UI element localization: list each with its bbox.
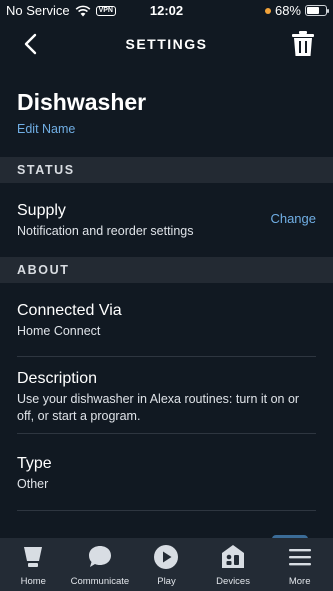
tab-label: Communicate (70, 576, 130, 587)
tab-label: Devices (216, 576, 250, 587)
edit-name-link[interactable]: Edit Name (17, 122, 75, 136)
divider (17, 433, 316, 434)
supply-title[interactable]: Supply (17, 202, 66, 220)
connected-via-value: Home Connect (17, 324, 101, 338)
page-title: SETTINGS (125, 36, 208, 52)
play-icon (154, 545, 179, 569)
recording-dot-icon (264, 7, 271, 14)
battery-icon (305, 5, 329, 16)
tab-communicate[interactable]: Communicate (67, 538, 134, 591)
tab-more[interactable]: More (266, 538, 333, 591)
menu-icon (288, 549, 311, 566)
status-right: 68% (264, 3, 329, 18)
devices-icon (222, 545, 245, 568)
description-title: Description (17, 370, 98, 387)
trash-icon[interactable] (291, 31, 315, 57)
nav-header: SETTINGS (0, 26, 333, 62)
battery-level (307, 7, 320, 14)
status-bar: No Service VPN 12:02 68% (0, 0, 333, 22)
divider (17, 510, 316, 511)
description-value: Use your dishwasher in Alexa routines: t… (17, 392, 300, 423)
change-link[interactable]: Change (270, 211, 316, 226)
device-name: Dishwasher (17, 89, 147, 115)
type-title: Type (17, 455, 52, 472)
battery-percent: 68% (274, 3, 301, 18)
tab-label: Home (20, 576, 46, 587)
tab-devices[interactable]: Devices (200, 538, 267, 591)
tab-play[interactable]: Play (133, 538, 200, 591)
connected-via-title: Connected Via (17, 302, 122, 319)
section-header-about: ABOUT (0, 257, 333, 283)
divider (17, 356, 316, 357)
home-icon (24, 547, 43, 567)
section-header-status: STATUS (0, 157, 333, 183)
tab-label: More (288, 576, 311, 587)
tab-label: Play (157, 576, 176, 587)
chat-bubble-icon (88, 546, 111, 567)
tab-bar: Home Communicate Play Devices More (0, 538, 333, 591)
type-value: Other (17, 477, 49, 491)
tab-home[interactable]: Home (0, 538, 67, 591)
